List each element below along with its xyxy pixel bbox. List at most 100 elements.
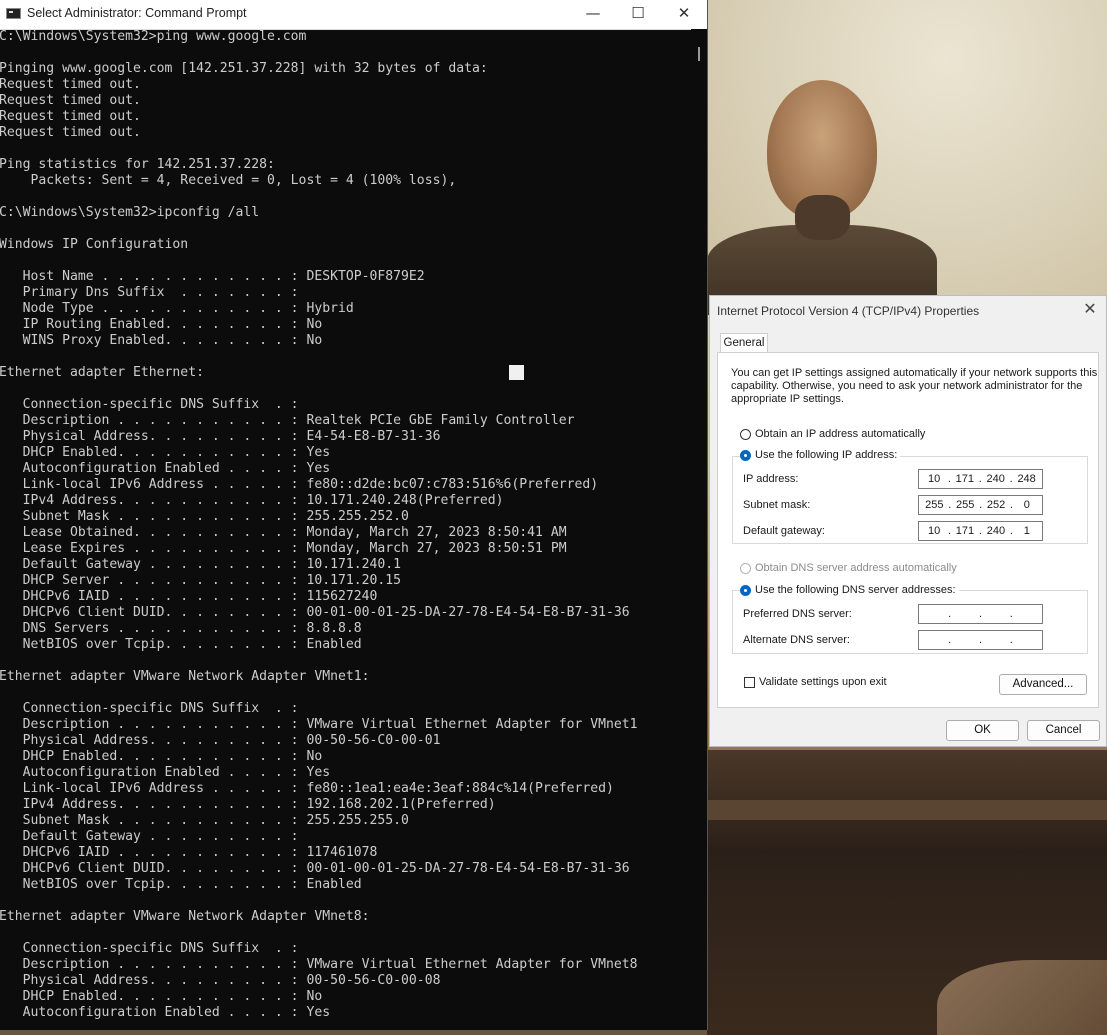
console-line: DHCP Enabled. . . . . . . . . . . : Yes (0, 445, 331, 460)
wallpaper-car-window-frame (707, 800, 1107, 820)
console-line: Connection-specific DNS Suffix . : (0, 397, 299, 412)
console-line: Host Name . . . . . . . . . . . . : DESK… (0, 269, 425, 284)
console-line: Autoconfiguration Enabled . . . . : Yes (0, 765, 331, 780)
cmd-titlebar[interactable]: Select Administrator: Command Prompt — ☐… (0, 0, 707, 30)
console-line: Subnet Mask . . . . . . . . . . . : 255.… (0, 813, 409, 828)
cmd-app-icon[interactable] (6, 8, 21, 19)
gateway-octet-3[interactable]: 240 (987, 525, 1005, 537)
ip-octet-4[interactable]: 248 (1017, 473, 1035, 485)
maximize-button[interactable]: ☐ (615, 0, 661, 29)
console-line: Request timed out. (0, 109, 141, 124)
radio-dns-auto-dot[interactable] (740, 562, 751, 574)
console-line: DHCP Enabled. . . . . . . . . . . : No (0, 749, 323, 764)
console-line: Pinging www.google.com [142.251.37.228] … (0, 61, 488, 76)
ip-address-field[interactable]: 10. 171. 240. 248 (918, 469, 1043, 489)
console-line: Ethernet adapter VMware Network Adapter … (0, 909, 370, 924)
ok-button[interactable]: OK (946, 720, 1019, 741)
tab-general[interactable]: General (720, 333, 768, 354)
subnet-mask-label: Subnet mask: (743, 499, 811, 511)
radio-ip-manual-label: Use the following IP address: (755, 449, 898, 461)
console-line: DHCP Server . . . . . . . . . . . : 10.1… (0, 573, 402, 588)
radio-ip-manual-dot[interactable] (740, 449, 751, 461)
radio-dns-manual-dot[interactable] (740, 584, 751, 596)
console-line: Node Type . . . . . . . . . . . . : Hybr… (0, 301, 354, 316)
console-line: Windows IP Configuration (0, 237, 189, 252)
console-line: DNS Servers . . . . . . . . . . . : 8.8.… (0, 621, 362, 636)
validate-checkbox-label: Validate settings upon exit (759, 676, 887, 688)
console-line: Autoconfiguration Enabled . . . . : Yes (0, 461, 331, 476)
ipv4-properties-dialog[interactable]: Internet Protocol Version 4 (TCP/IPv4) P… (709, 295, 1107, 747)
console-line: Ping statistics for 142.251.37.228: (0, 157, 275, 172)
subnet-octet-3[interactable]: 252 (987, 499, 1005, 511)
console-line: Ethernet adapter VMware Network Adapter … (0, 669, 370, 684)
console-line: DHCPv6 IAID . . . . . . . . . . . : 1174… (0, 845, 378, 860)
console-line: C:\Windows\System32>ping www.google.com (0, 29, 307, 44)
ip-octet-2[interactable]: 171 (956, 473, 974, 485)
radio-ip-auto-dot[interactable] (740, 428, 751, 440)
ip-octet-1[interactable]: 10 (925, 473, 943, 485)
gateway-octet-2[interactable]: 171 (956, 525, 974, 537)
console-line: Description . . . . . . . . . . . : VMwa… (0, 717, 638, 732)
scrollbar-thumb[interactable] (698, 47, 700, 61)
console-line: Default Gateway . . . . . . . . . : (0, 829, 299, 844)
advanced-button[interactable]: Advanced... (999, 674, 1087, 695)
console-line: DHCPv6 Client DUID. . . . . . . . : 00-0… (0, 861, 630, 876)
console-line: IPv4 Address. . . . . . . . . . . : 192.… (0, 797, 496, 812)
console-line: Connection-specific DNS Suffix . : (0, 941, 299, 956)
subnet-octet-2[interactable]: 255 (956, 499, 974, 511)
console-line: Autoconfiguration Enabled . . . . : Yes (0, 1005, 331, 1020)
ip-octet-3[interactable]: 240 (987, 473, 1005, 485)
subnet-octet-4[interactable]: 0 (1018, 499, 1036, 511)
preferred-dns-field[interactable]: ... (918, 604, 1043, 624)
radio-ip-auto[interactable]: Obtain an IP address automatically (740, 428, 925, 440)
console-line: Request timed out. (0, 93, 141, 108)
console-line: Description . . . . . . . . . . . : VMwa… (0, 957, 638, 972)
console-line: Ethernet adapter Ethernet: (0, 365, 204, 380)
console-scrollbar[interactable] (691, 29, 707, 1029)
validate-settings-checkbox[interactable]: Validate settings upon exit (744, 676, 887, 688)
text-cursor (509, 365, 524, 380)
console-line: Lease Obtained. . . . . . . . . . : Mond… (0, 525, 567, 540)
alternate-dns-label: Alternate DNS server: (743, 634, 850, 646)
console-line: Physical Address. . . . . . . . . : 00-5… (0, 973, 441, 988)
alternate-dns-field[interactable]: ... (918, 630, 1043, 650)
validate-checkbox-box[interactable] (744, 676, 755, 688)
radio-ip-manual[interactable]: Use the following IP address: (740, 449, 901, 461)
console-line: DHCPv6 IAID . . . . . . . . . . . : 1156… (0, 589, 378, 604)
console-line: IP Routing Enabled. . . . . . . . : No (0, 317, 323, 332)
default-gateway-field[interactable]: 10. 171. 240. 1 (918, 521, 1043, 541)
gateway-octet-4[interactable]: 1 (1018, 525, 1036, 537)
dialog-close-icon[interactable]: ✕ (1080, 299, 1100, 319)
radio-dns-manual[interactable]: Use the following DNS server addresses: (740, 584, 959, 596)
radio-dns-auto[interactable]: Obtain DNS server address automatically (740, 562, 957, 574)
cancel-button[interactable]: Cancel (1027, 720, 1100, 741)
console-line: Connection-specific DNS Suffix . : (0, 701, 299, 716)
console-line: DHCPv6 Client DUID. . . . . . . . : 00-0… (0, 605, 630, 620)
radio-dns-manual-label: Use the following DNS server addresses: (755, 584, 956, 596)
default-gateway-label: Default gateway: (743, 525, 825, 537)
minimize-button[interactable]: — (570, 0, 616, 29)
cmd-window-title: Select Administrator: Command Prompt (27, 6, 247, 20)
console-line: DHCP Enabled. . . . . . . . . . . : No (0, 989, 323, 1004)
console-output[interactable]: C:\Windows\System32>ping www.google.com P… (0, 29, 690, 1029)
command-prompt-window[interactable]: Select Administrator: Command Prompt — ☐… (0, 0, 708, 1030)
console-line: C:\Windows\System32>ipconfig /all (0, 205, 260, 220)
close-button[interactable]: ✕ (661, 0, 707, 29)
console-line: Request timed out. (0, 125, 141, 140)
console-line: IPv4 Address. . . . . . . . . . . : 10.1… (0, 493, 504, 508)
console-line: Primary Dns Suffix . . . . . . . : (0, 285, 299, 300)
console-line: Physical Address. . . . . . . . . : 00-5… (0, 733, 441, 748)
general-tab-panel: You can get IP settings assigned automat… (717, 352, 1099, 708)
subnet-octet-1[interactable]: 255 (925, 499, 943, 511)
gateway-octet-1[interactable]: 10 (925, 525, 943, 537)
subnet-mask-field[interactable]: 255. 255. 252. 0 (918, 495, 1043, 515)
console-line: Default Gateway . . . . . . . . . : 10.1… (0, 557, 402, 572)
